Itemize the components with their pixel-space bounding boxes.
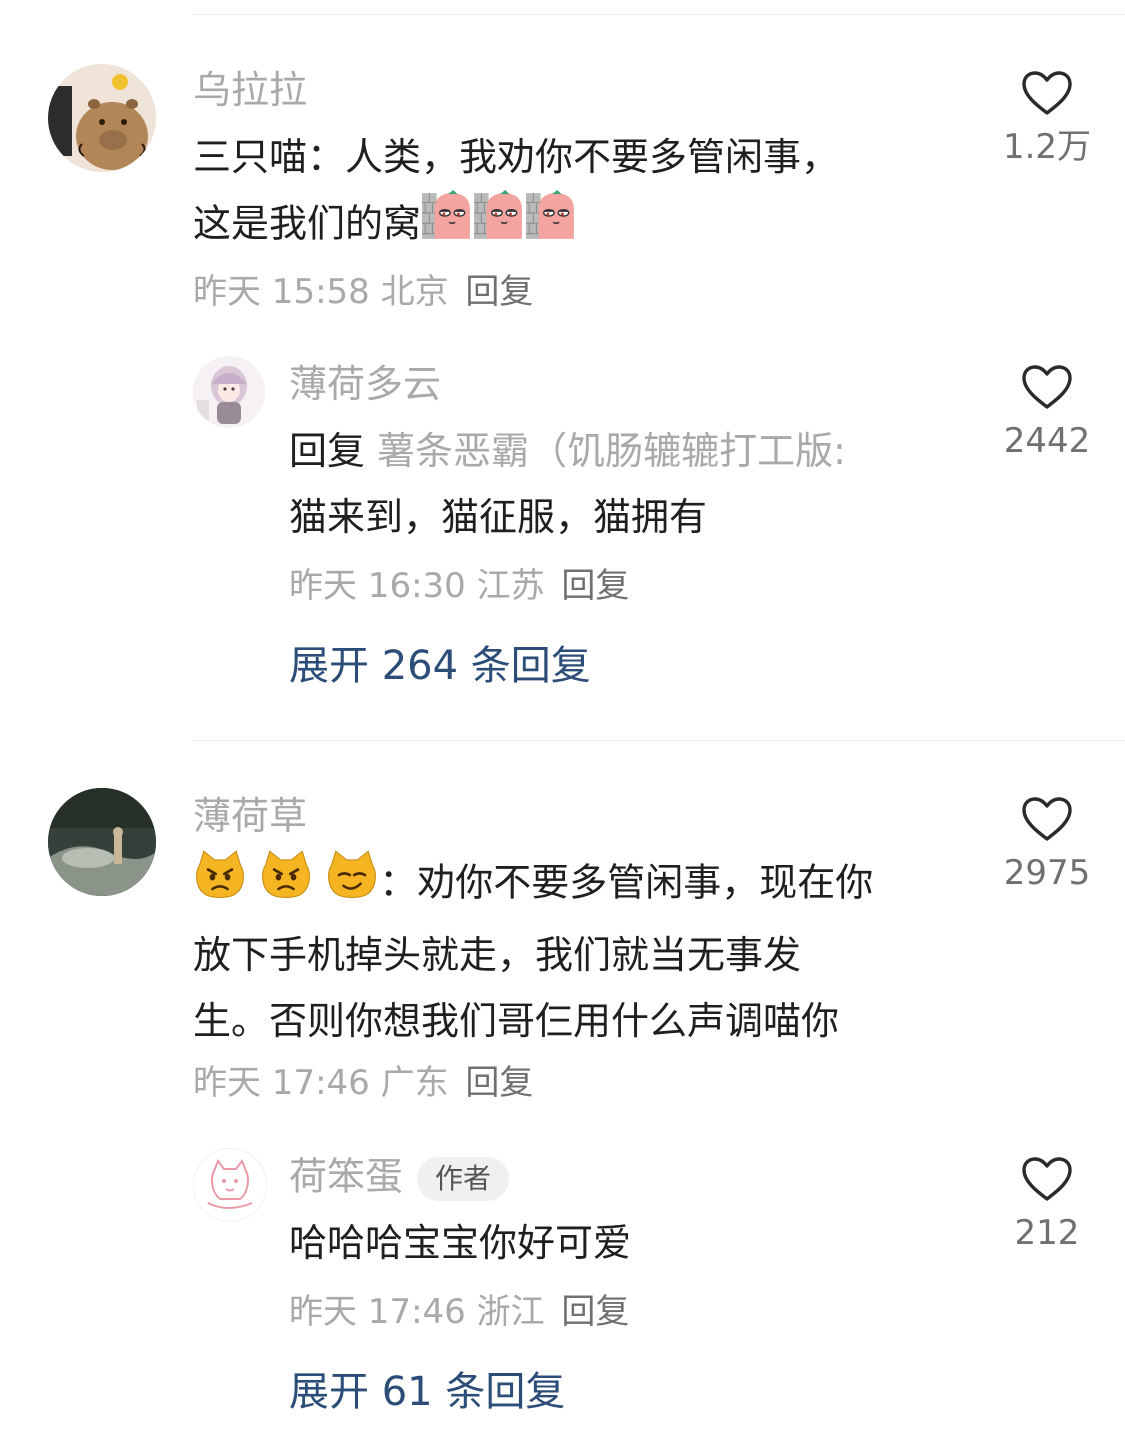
location: 北京 xyxy=(380,272,449,312)
expand-replies-button[interactable]: 展开 264 条回复 xyxy=(289,646,591,686)
comment-text-segment: 这是我们的窝 xyxy=(193,201,422,246)
comment-meta: 昨天 17:46 广东 回复 xyxy=(193,1066,533,1100)
username[interactable]: 薄荷多云 xyxy=(289,365,441,403)
like-button[interactable]: 212 xyxy=(982,1156,1112,1250)
heart-outline-icon xyxy=(1021,1156,1073,1202)
reply-prefix: 回复 xyxy=(289,429,366,473)
avatar[interactable] xyxy=(48,788,156,896)
angry-cat-emoji xyxy=(193,848,247,922)
reply-target-username[interactable]: 薯条恶霸（饥肠辘辘打工版: xyxy=(377,429,846,473)
comment-text-line: 生。否则你想我们哥仨用什么声调喵你 xyxy=(193,999,840,1043)
reply-text: 哈哈哈宝宝你好可爱 xyxy=(289,1210,949,1276)
comment-text-line: ：劝你不要多管闲事，现在你 xyxy=(193,848,953,922)
like-button[interactable]: 1.2万 xyxy=(982,70,1112,164)
author-badge: 作者 xyxy=(417,1157,510,1201)
timestamp: 昨天 17:46 xyxy=(193,1063,370,1103)
location: 广东 xyxy=(380,1063,449,1103)
avatar[interactable] xyxy=(193,356,265,428)
comment-meta: 昨天 15:58 北京 回复 xyxy=(193,275,533,309)
heart-outline-icon xyxy=(1021,70,1073,116)
sausage-sticker xyxy=(525,190,577,262)
timestamp: 昨天 16:30 xyxy=(289,566,466,606)
sausage-sticker xyxy=(421,190,473,262)
comment-text-line: 放下手机掉头就走，我们就当无事发 xyxy=(193,933,802,977)
like-button[interactable]: 2975 xyxy=(982,796,1112,890)
heart-outline-icon xyxy=(1021,364,1073,410)
heart-outline-icon xyxy=(1021,796,1073,842)
avatar[interactable] xyxy=(48,64,156,172)
location: 江苏 xyxy=(476,566,545,606)
avatar[interactable] xyxy=(193,1148,267,1222)
comment-text: ：劝你不要多管闲事，现在你 放下手机掉头就走，我们就当无事发 生。否则你想我们哥… xyxy=(193,848,953,1054)
timestamp: 昨天 17:46 xyxy=(289,1292,466,1332)
reply-button[interactable]: 回复 xyxy=(465,272,533,312)
expand-replies-button[interactable]: 展开 61 条回复 xyxy=(289,1372,565,1412)
reply-text: 回复 薯条恶霸（饥肠辘辘打工版: 猫来到，猫征服，猫拥有 xyxy=(289,418,949,550)
reply-text-line: 回复 薯条恶霸（饥肠辘辘打工版: xyxy=(289,418,949,484)
comment-text-line: 三只喵：人类，我劝你不要多管闲事， xyxy=(193,135,840,179)
divider xyxy=(192,14,1125,15)
sausage-sticker xyxy=(473,190,525,262)
username-row: 荷笨蛋 作者 xyxy=(289,1155,510,1201)
reply-button[interactable]: 回复 xyxy=(561,566,629,606)
comment-text: 三只喵：人类，我劝你不要多管闲事， 这是我们的窝 xyxy=(193,124,953,262)
comment-text-segment: ：劝你不要多管闲事，现在你 xyxy=(379,860,874,905)
divider xyxy=(192,740,1125,741)
like-count: 2442 xyxy=(1003,421,1091,461)
reply-meta: 昨天 17:46 浙江 回复 xyxy=(289,1295,629,1329)
like-count: 212 xyxy=(1014,1213,1080,1253)
like-count: 1.2万 xyxy=(1002,127,1092,167)
reply-text-line: 哈哈哈宝宝你好可爱 xyxy=(289,1221,632,1265)
username[interactable]: 薄荷草 xyxy=(193,797,307,835)
reply-meta: 昨天 16:30 江苏 回复 xyxy=(289,569,629,603)
username[interactable]: 荷笨蛋 xyxy=(289,1155,403,1199)
smirk-cat-emoji xyxy=(325,848,379,922)
angry-cat-emoji xyxy=(259,848,313,922)
timestamp: 昨天 15:58 xyxy=(193,272,370,312)
reply-text-line: 猫来到，猫征服，猫拥有 xyxy=(289,495,708,539)
reply-button[interactable]: 回复 xyxy=(561,1292,629,1332)
reply-button[interactable]: 回复 xyxy=(465,1063,533,1103)
comment-text-line: 这是我们的窝 xyxy=(193,190,953,262)
location: 浙江 xyxy=(476,1292,545,1332)
username[interactable]: 乌拉拉 xyxy=(193,71,307,109)
like-button[interactable]: 2442 xyxy=(982,364,1112,458)
like-count: 2975 xyxy=(1003,853,1091,893)
